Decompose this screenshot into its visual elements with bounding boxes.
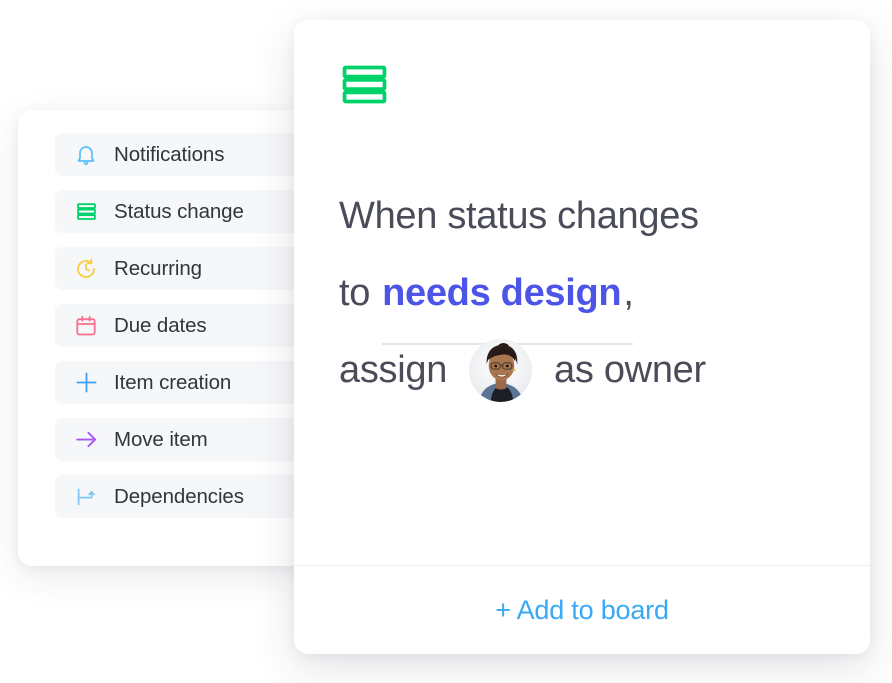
sidebar-item-label: Notifications bbox=[114, 142, 225, 166]
status-bars-icon bbox=[339, 59, 825, 115]
automation-recipe-screen: Notifications Status change Recurring Du… bbox=[0, 0, 892, 683]
plus-icon bbox=[73, 370, 99, 396]
calendar-icon bbox=[73, 313, 99, 339]
sidebar-item-label: Due dates bbox=[114, 313, 207, 337]
sentence-text-when-status-changes: When status changes bbox=[339, 195, 699, 237]
automation-recipe-card: When status changes to needs design , as… bbox=[294, 20, 870, 654]
add-to-board-button[interactable]: + Add to board bbox=[495, 595, 669, 626]
sentence-text-to: to bbox=[339, 272, 371, 314]
arrow-right-icon bbox=[73, 427, 99, 453]
sidebar-item-move-item[interactable]: Move item bbox=[55, 418, 308, 461]
recipe-body: When status changes to needs design , as… bbox=[294, 20, 870, 565]
sidebar-item-label: Move item bbox=[114, 427, 208, 451]
sidebar-item-label: Recurring bbox=[114, 256, 202, 280]
sentence-line-2: to needs design , bbox=[339, 255, 825, 345]
sidebar-item-label: Status change bbox=[114, 199, 244, 223]
recipe-sentence: When status changes to needs design , as… bbox=[339, 178, 825, 409]
sidebar-item-dependencies[interactable]: Dependencies bbox=[55, 475, 308, 518]
status-bars-icon bbox=[73, 199, 99, 225]
sidebar-item-label: Dependencies bbox=[114, 484, 244, 508]
sentence-comma: , bbox=[623, 272, 634, 314]
status-value-chip[interactable]: needs design bbox=[382, 255, 634, 345]
avatar[interactable] bbox=[469, 339, 533, 402]
sentence-line-1: When status changes bbox=[339, 178, 825, 255]
sidebar-item-status-change[interactable]: Status change bbox=[55, 190, 308, 233]
recipe-footer: + Add to board bbox=[294, 565, 870, 654]
trigger-list: Notifications Status change Recurring Du… bbox=[18, 133, 308, 518]
trigger-list-card: Notifications Status change Recurring Du… bbox=[18, 110, 308, 566]
sidebar-item-notifications[interactable]: Notifications bbox=[55, 133, 308, 176]
sidebar-item-item-creation[interactable]: Item creation bbox=[55, 361, 308, 404]
bell-icon bbox=[73, 142, 99, 168]
sidebar-item-recurring[interactable]: Recurring bbox=[55, 247, 308, 290]
sidebar-item-due-dates[interactable]: Due dates bbox=[55, 304, 308, 347]
sidebar-item-label: Item creation bbox=[114, 370, 232, 394]
dependency-icon bbox=[73, 484, 99, 510]
recurring-clock-icon bbox=[73, 256, 99, 282]
